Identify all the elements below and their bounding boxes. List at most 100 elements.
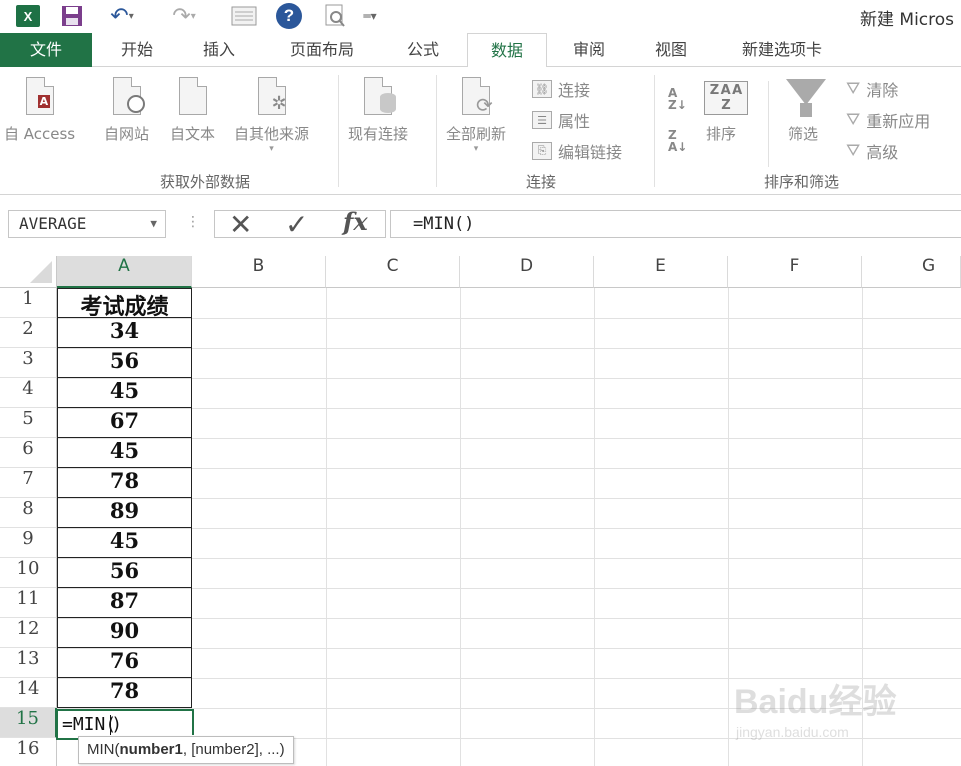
gridline: [57, 588, 961, 589]
column-header-e[interactable]: E: [594, 256, 728, 288]
tab-view[interactable]: 视图: [638, 33, 704, 67]
table-cell[interactable]: 78: [57, 468, 192, 498]
tooltip-func: MIN(: [87, 741, 120, 758]
row-header[interactable]: 7: [0, 468, 57, 498]
from-other-sources-button[interactable]: ✲ 自其他来源 ▾: [234, 75, 309, 154]
ribbon-tabs: 文件 开始 插入 页面布局 公式 数据 审阅 视图 新建选项卡: [0, 33, 961, 68]
save-icon[interactable]: [60, 3, 84, 29]
table-cell[interactable]: 45: [57, 378, 192, 408]
help-icon[interactable]: ?: [276, 3, 302, 29]
clear-button[interactable]: ⛛ 清除: [846, 77, 898, 101]
reapply-button[interactable]: ⛛ 重新应用: [846, 108, 930, 132]
column-header-a[interactable]: A: [57, 256, 192, 288]
table-cell[interactable]: 56: [57, 558, 192, 588]
existing-connections-button[interactable]: 现有连接: [348, 75, 408, 144]
gridline: [57, 648, 961, 649]
table-cell[interactable]: 45: [57, 438, 192, 468]
table-cell[interactable]: 87: [57, 588, 192, 618]
tab-formulas[interactable]: 公式: [388, 33, 458, 67]
sort-z-to-a-icon[interactable]: Z A↓: [668, 129, 687, 153]
access-icon: A: [20, 75, 60, 119]
row-header[interactable]: 10: [0, 558, 57, 588]
cancel-icon[interactable]: ✕: [229, 208, 252, 241]
table-cell[interactable]: 78: [57, 678, 192, 708]
table-cell[interactable]: 89: [57, 498, 192, 528]
customize-qat-icon[interactable]: ═▾: [362, 3, 378, 29]
ribbon-separator: [436, 75, 437, 187]
row-header[interactable]: 5: [0, 408, 57, 438]
tab-insert[interactable]: 插入: [184, 33, 254, 67]
redo-icon[interactable]: ↷ ▾: [166, 3, 202, 29]
table-cell[interactable]: 34: [57, 318, 192, 348]
row-header[interactable]: 2: [0, 318, 57, 348]
row-header[interactable]: 8: [0, 498, 57, 528]
web-icon: [107, 75, 147, 119]
row-header[interactable]: 1: [0, 288, 57, 318]
row-header[interactable]: 12: [0, 618, 57, 648]
watermark-text: Baidu经验: [734, 683, 897, 721]
function-tooltip[interactable]: MIN(number1, [number2], ...): [78, 736, 294, 764]
edit-links-icon: ⎘: [532, 142, 552, 160]
from-text-button[interactable]: 自文本: [170, 75, 215, 144]
column-header-g[interactable]: G: [862, 256, 961, 288]
advanced-filter-icon: ⛛: [846, 141, 861, 161]
refresh-icon: ⟳: [456, 75, 496, 119]
table-cell[interactable]: 56: [57, 348, 192, 378]
refresh-all-button[interactable]: ⟳ 全部刷新 ▾: [446, 75, 506, 154]
print-preview-icon[interactable]: [322, 3, 348, 29]
connections-button[interactable]: ⛓ 连接: [532, 77, 590, 101]
column-header-f[interactable]: F: [728, 256, 862, 288]
table-cell[interactable]: 45: [57, 528, 192, 558]
from-web-button[interactable]: 自网站: [104, 75, 149, 144]
window-title: 新建 Micros: [860, 10, 955, 30]
table-cell[interactable]: 76: [57, 648, 192, 678]
chevron-down-icon[interactable]: ▼: [150, 211, 157, 237]
formula-bar-grip-icon[interactable]: ⋮: [186, 214, 200, 230]
properties-button[interactable]: ☰ 属性: [532, 108, 590, 132]
filter-button[interactable]: 筛选: [788, 119, 818, 144]
enter-check-icon[interactable]: ✓: [285, 208, 308, 241]
edit-links-button[interactable]: ⎘ 编辑链接: [532, 139, 622, 163]
baidu-watermark-logo: Baidu经验 jingyan.baidu.com: [734, 666, 934, 756]
column-header-d[interactable]: D: [460, 256, 594, 288]
ribbon-separator: [338, 75, 339, 187]
formula-input[interactable]: =MIN(): [390, 210, 961, 238]
row-header[interactable]: 4: [0, 378, 57, 408]
column-header-b[interactable]: B: [192, 256, 326, 288]
undo-icon[interactable]: ↶ ▾: [104, 3, 140, 29]
row-header[interactable]: 16: [0, 738, 57, 766]
select-all-button[interactable]: [0, 256, 57, 288]
cell-a1-header[interactable]: 考试成绩: [57, 288, 192, 320]
tab-new[interactable]: 新建选项卡: [720, 33, 844, 67]
clear-filter-icon: ⛛: [846, 79, 861, 99]
table-cell[interactable]: 67: [57, 408, 192, 438]
watermark-subtext: jingyan.baidu.com: [736, 724, 849, 740]
from-access-button[interactable]: A 自 Access: [4, 75, 75, 144]
formula-buttons: ✕ ✓ fx: [214, 207, 386, 241]
form-icon[interactable]: [230, 3, 258, 29]
sort-a-to-z-icon[interactable]: A Z↓: [668, 87, 687, 111]
reapply-icon: ⛛: [846, 110, 861, 130]
row-header[interactable]: 6: [0, 438, 57, 468]
filter-icon: [786, 79, 826, 105]
sort-button[interactable]: 排序: [706, 119, 736, 144]
row-header[interactable]: 13: [0, 648, 57, 678]
row-header[interactable]: 14: [0, 678, 57, 708]
tab-file[interactable]: 文件: [0, 33, 92, 67]
gridline: [57, 618, 961, 619]
tab-review[interactable]: 审阅: [556, 33, 622, 67]
row-header-selected[interactable]: 15: [0, 708, 57, 738]
advanced-button[interactable]: ⛛ 高级: [846, 139, 898, 163]
row-header[interactable]: 9: [0, 528, 57, 558]
tab-data[interactable]: 数据: [467, 33, 547, 68]
insert-function-icon[interactable]: fx: [343, 207, 368, 236]
tab-page-layout[interactable]: 页面布局: [270, 33, 374, 67]
table-cell[interactable]: 90: [57, 618, 192, 648]
column-header-c[interactable]: C: [326, 256, 460, 288]
text-file-icon: [173, 75, 213, 119]
tab-home[interactable]: 开始: [104, 33, 170, 67]
name-box[interactable]: AVERAGE ▼: [8, 210, 166, 238]
row-header[interactable]: 11: [0, 588, 57, 618]
gridline: [594, 288, 595, 766]
row-header[interactable]: 3: [0, 348, 57, 378]
